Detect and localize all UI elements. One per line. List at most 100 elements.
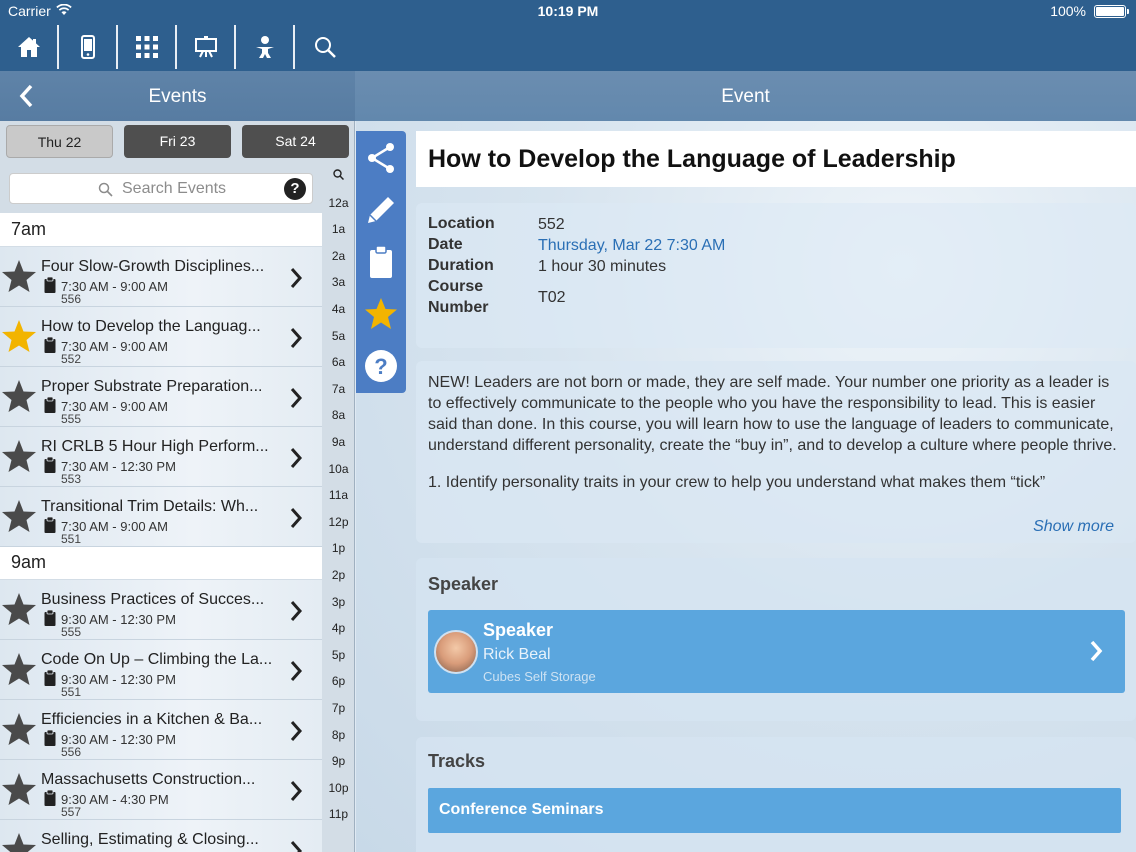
time-index-19[interactable]: 6p	[322, 674, 354, 688]
star-icon[interactable]	[1, 379, 37, 418]
duration-value: 1 hour 30 minutes	[538, 258, 667, 275]
track-item[interactable]: Conference Seminars	[428, 788, 1121, 833]
time-index-10[interactable]: 9a	[322, 435, 354, 449]
clipboard-icon	[44, 609, 56, 631]
grid-icon[interactable]	[118, 25, 177, 69]
chevron-right-icon	[289, 780, 303, 807]
time-index-6[interactable]: 5a	[322, 329, 354, 343]
event-room: 556	[61, 292, 82, 306]
chevron-right-icon	[289, 840, 303, 852]
time-index-1[interactable]: 12a	[322, 196, 354, 210]
battery-percent: 100%	[1050, 3, 1086, 19]
time-index-9[interactable]: 8a	[322, 408, 354, 422]
search-events-input[interactable]: Search Events ?	[9, 173, 313, 204]
main-nav	[0, 25, 354, 69]
share-icon[interactable]	[364, 141, 398, 175]
time-index-2[interactable]: 1a	[322, 222, 354, 236]
clipboard-icon	[44, 516, 56, 538]
star-icon[interactable]	[1, 772, 37, 811]
clipboard-icon	[44, 336, 56, 358]
time-index-18[interactable]: 5p	[322, 648, 354, 662]
time-index-21[interactable]: 8p	[322, 728, 354, 742]
event-room: 552	[61, 352, 82, 366]
events-list-panel: Thu 22 Fri 23 Sat 24 Search Events ? 7am…	[0, 121, 355, 852]
time-index-7[interactable]: 6a	[322, 355, 354, 369]
date-value[interactable]: Thursday, Mar 22 7:30 AM	[538, 237, 725, 255]
event-row[interactable]: Efficiencies in a Kitchen & Ba... 9:30 AM…	[0, 700, 322, 760]
event-row[interactable]: Massachusetts Construction... 9:30 AM - 4…	[0, 760, 322, 820]
time-index-15[interactable]: 2p	[322, 568, 354, 582]
speaker-section: Speaker Speaker Rick Beal Cubes Self Sto…	[416, 558, 1136, 721]
time-index-4[interactable]: 3a	[322, 275, 354, 289]
event-title-text: Transitional Trim Details: Wh...	[41, 498, 259, 515]
time-index-11[interactable]: 10a	[322, 462, 354, 476]
mobile-device-icon[interactable]	[59, 25, 118, 69]
star-icon[interactable]	[1, 712, 37, 751]
time-index-20[interactable]: 7p	[322, 701, 354, 715]
day-tab-sat[interactable]: Sat 24	[242, 125, 349, 158]
event-description: NEW! Leaders are not born or made, they …	[416, 361, 1136, 543]
event-room: 557	[61, 805, 82, 819]
show-more-link[interactable]: Show more	[1033, 518, 1114, 536]
clipboard-icon	[44, 669, 56, 691]
time-index-14[interactable]: 1p	[322, 541, 354, 555]
event-title-text: Efficiencies in a Kitchen & Ba...	[41, 711, 263, 728]
clipboard-icon[interactable]	[364, 245, 398, 279]
date-label: Date	[428, 236, 463, 253]
event-title-text: Code On Up – Climbing the La...	[41, 651, 273, 668]
event-row[interactable]: Selling, Estimating & Closing...	[0, 820, 322, 852]
track-label: Conference Seminars	[439, 801, 604, 818]
favorite-star-icon[interactable]	[364, 297, 398, 331]
speaker-avatar	[434, 630, 478, 674]
search-icon[interactable]	[295, 25, 354, 69]
time-index-22[interactable]: 9p	[322, 754, 354, 768]
number-label: Number	[428, 299, 489, 316]
star-icon[interactable]	[1, 832, 37, 852]
star-icon[interactable]	[1, 652, 37, 691]
event-row[interactable]: Four Slow-Growth Disciplines... 7:30 AM -…	[0, 247, 322, 307]
event-row[interactable]: Code On Up – Climbing the La... 9:30 AM -…	[0, 640, 322, 700]
day-tab-thu[interactable]: Thu 22	[6, 125, 113, 158]
event-row[interactable]: RI CRLB 5 Hour High Perform... 7:30 AM - …	[0, 427, 322, 487]
time-index-12[interactable]: 11a	[322, 488, 354, 502]
home-icon[interactable]	[0, 25, 59, 69]
battery-icon	[1094, 5, 1129, 18]
time-index-search-icon[interactable]	[322, 169, 354, 183]
search-help-icon[interactable]: ?	[284, 178, 306, 200]
star-icon[interactable]	[1, 259, 37, 298]
event-row[interactable]: Proper Substrate Preparation... 7:30 AM -…	[0, 367, 322, 427]
star-icon[interactable]	[1, 439, 37, 478]
chevron-right-icon	[289, 600, 303, 627]
chevron-right-icon	[289, 720, 303, 747]
star-icon[interactable]	[1, 319, 37, 358]
speaker-card[interactable]: Speaker Rick Beal Cubes Self Storage	[428, 610, 1125, 693]
hour-header-7am: 7am	[0, 213, 322, 246]
event-row[interactable]: How to Develop the Languag... 7:30 AM - 9…	[0, 307, 322, 367]
location-value: 552	[538, 216, 565, 233]
event-row[interactable]: Transitional Trim Details: Wh... 7:30 AM …	[0, 487, 322, 547]
event-title-text: Selling, Estimating & Closing...	[41, 831, 259, 848]
chevron-right-icon	[289, 267, 303, 294]
star-icon[interactable]	[1, 499, 37, 538]
time-index[interactable]: 12a 1a 2a 3a 4a 5a 6a 7a 8a 9a 10a 11a 12p 1p 2p 3p 4p 5p…	[322, 165, 354, 852]
time-index-13[interactable]: 12p	[322, 515, 354, 529]
time-index-3[interactable]: 2a	[322, 249, 354, 263]
time-index-24[interactable]: 11p	[322, 807, 354, 821]
time-index-8[interactable]: 7a	[322, 382, 354, 396]
duration-label: Duration	[428, 257, 494, 274]
time-index-5[interactable]: 4a	[322, 302, 354, 316]
person-icon[interactable]	[236, 25, 295, 69]
event-room: 551	[61, 532, 82, 546]
time-index-23[interactable]: 10p	[322, 781, 354, 795]
time-index-17[interactable]: 4p	[322, 621, 354, 635]
presentation-board-icon[interactable]	[177, 25, 236, 69]
time-index-16[interactable]: 3p	[322, 595, 354, 609]
event-row[interactable]: Business Practices of Succes... 9:30 AM -…	[0, 580, 322, 640]
day-tab-fri[interactable]: Fri 23	[124, 125, 231, 158]
help-icon[interactable]: ?	[364, 349, 398, 383]
event-title-box: How to Develop the Language of Leadershi…	[416, 131, 1136, 187]
event-title-text: Four Slow-Growth Disciplines...	[41, 258, 265, 275]
pencil-icon[interactable]	[364, 193, 398, 227]
star-icon[interactable]	[1, 592, 37, 631]
speaker-name: Rick Beal	[483, 646, 551, 663]
